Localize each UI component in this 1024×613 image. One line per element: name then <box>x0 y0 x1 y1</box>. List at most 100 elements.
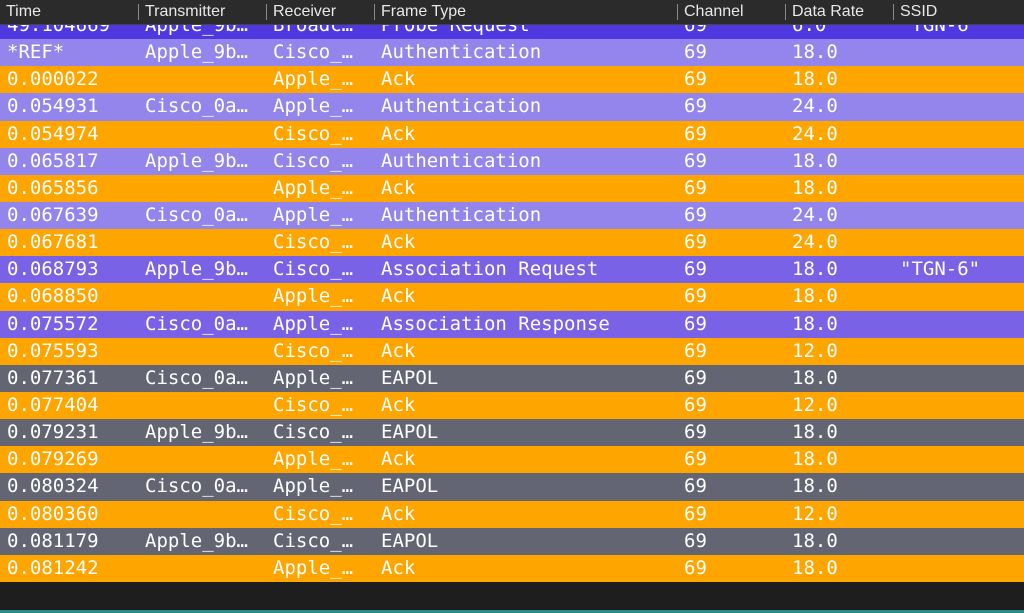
cell-frame-type: Authentication <box>381 149 542 172</box>
cell-data-rate: 18.0 <box>792 68 838 91</box>
cell-data-rate: 18.0 <box>792 366 838 389</box>
packet-row[interactable]: 0.079231 Apple_9b… Cisco_… EAPOL 69 18.0 <box>0 419 1024 447</box>
packet-row[interactable]: 0.081242 Apple_… Ack 69 18.0 <box>0 554 1024 582</box>
cell-channel: 69 <box>684 475 707 498</box>
cell-channel: 69 <box>684 149 707 172</box>
cell-receiver: Cisco_… <box>273 149 354 172</box>
cell-channel: 69 <box>684 176 707 199</box>
cell-time: 0.077361 <box>7 366 99 389</box>
cell-receiver: Cisco_… <box>273 231 354 254</box>
column-header-transmitter[interactable]: Transmitter <box>138 4 266 20</box>
cell-frame-type: EAPOL <box>381 475 439 498</box>
cell-data-rate: 18.0 <box>792 258 838 281</box>
cell-channel: 69 <box>684 258 707 281</box>
cell-receiver: Cisco_… <box>273 339 354 362</box>
cell-frame-type: Authentication <box>381 203 542 226</box>
packet-row[interactable]: 0.067639 Cisco_0a… Apple_… Authentication 69… <box>0 201 1024 230</box>
cell-receiver: Apple_… <box>273 68 354 91</box>
cell-frame-type: Ack <box>381 339 416 362</box>
cell-channel: 69 <box>684 285 707 308</box>
cell-data-rate: 18.0 <box>792 556 838 579</box>
column-header-frame-type[interactable]: Frame Type <box>374 4 676 20</box>
cell-data-rate: 18.0 <box>792 285 838 308</box>
packet-row[interactable]: 0.077361 Cisco_0a… Apple_… EAPOL 69 18.0 <box>0 364 1024 392</box>
cell-channel: 69 <box>684 203 707 226</box>
cell-receiver: Apple_… <box>273 285 354 308</box>
cell-time: 0.079231 <box>7 421 99 444</box>
cell-receiver: Apple_… <box>273 475 354 498</box>
cell-receiver: Cisco_… <box>273 258 354 281</box>
cell-receiver: Apple_… <box>273 556 354 579</box>
packet-list: Time Transmitter Receiver Frame Type Cha… <box>0 0 1024 613</box>
cell-time: *REF* <box>7 41 65 64</box>
cell-transmitter: Cisco_0a… <box>145 95 248 118</box>
packet-row[interactable]: 0.054974 Cisco_… Ack 69 24.0 <box>0 120 1024 148</box>
cell-receiver: Cisco_… <box>273 502 354 525</box>
cell-transmitter: Apple_9b… <box>145 529 248 552</box>
packet-row[interactable]: 0.077404 Cisco_… Ack 69 12.0 <box>0 391 1024 420</box>
cell-data-rate: 12.0 <box>792 339 838 362</box>
packet-row[interactable]: 0.065856 Apple_… Ack 69 18.0 <box>0 174 1024 202</box>
packet-row[interactable]: 0.080324 Cisco_0a… Apple_… EAPOL 69 18.0 <box>0 473 1024 501</box>
cell-channel: 69 <box>684 529 707 552</box>
cell-transmitter: Cisco_0a… <box>145 475 248 498</box>
cell-transmitter: Cisco_0a… <box>145 312 248 335</box>
column-header-channel[interactable]: Channel <box>677 4 785 20</box>
cell-data-rate: 18.0 <box>792 475 838 498</box>
cell-time: 0.075572 <box>7 312 99 335</box>
cell-frame-type: Ack <box>381 231 416 254</box>
packet-row[interactable]: 0.075593 Cisco_… Ack 69 12.0 <box>0 337 1024 365</box>
cell-frame-type: EAPOL <box>381 421 439 444</box>
cell-frame-type: Authentication <box>381 41 542 64</box>
cell-frame-type: Ack <box>381 448 416 471</box>
packet-row[interactable]: 0.075572 Cisco_0a… Apple_… Association Resp… <box>0 310 1024 338</box>
cell-data-rate: 18.0 <box>792 176 838 199</box>
cell-data-rate: 12.0 <box>792 393 838 416</box>
cell-time: 0.075593 <box>7 339 99 362</box>
packet-row[interactable]: *REF* Apple_9b… Cisco_… Authentication 69 18.… <box>0 39 1024 67</box>
cell-channel: 69 <box>684 393 707 416</box>
packet-row[interactable]: 0.068793 Apple_9b… Cisco_… Association Requ… <box>0 256 1024 284</box>
cell-data-rate: 12.0 <box>792 502 838 525</box>
packet-row[interactable]: 0.000022 Apple_… Ack 69 18.0 <box>0 66 1024 94</box>
packet-row[interactable]: 0.079269 Apple_… Ack 69 18.0 <box>0 446 1024 474</box>
packet-rows: 48.685083Apple_9b…10:91:…Disassociation1… <box>0 0 1024 582</box>
cell-channel: 69 <box>684 231 707 254</box>
cell-receiver: Apple_… <box>273 312 354 335</box>
cell-data-rate: 24.0 <box>792 231 838 254</box>
cell-data-rate: 24.0 <box>792 122 838 145</box>
cell-time: 0.068793 <box>7 258 99 281</box>
cell-data-rate: 18.0 <box>792 448 838 471</box>
cell-time: 0.068850 <box>7 285 99 308</box>
packet-row[interactable]: 0.081179 Apple_9b… Cisco_… EAPOL 69 18.0 <box>0 527 1024 555</box>
packet-row[interactable]: 0.067681 Cisco_… Ack 69 24.0 <box>0 229 1024 257</box>
cell-receiver: Cisco_… <box>273 122 354 145</box>
cell-time: 0.080360 <box>7 502 99 525</box>
packet-row[interactable]: 0.068850 Apple_… Ack 69 18.0 <box>0 283 1024 311</box>
cell-time: 0.067639 <box>7 203 99 226</box>
cell-receiver: Apple_… <box>273 366 354 389</box>
cell-frame-type: Ack <box>381 393 416 416</box>
cell-frame-type: Ack <box>381 502 416 525</box>
cell-data-rate: 18.0 <box>792 312 838 335</box>
cell-time: 0.000022 <box>7 68 99 91</box>
cell-channel: 69 <box>684 502 707 525</box>
packet-row[interactable]: 0.080360 Cisco_… Ack 69 12.0 <box>0 500 1024 528</box>
column-header-time[interactable]: Time <box>0 0 137 24</box>
cell-channel: 69 <box>684 41 707 64</box>
column-header-receiver[interactable]: Receiver <box>266 4 374 20</box>
packet-row[interactable]: 0.065817 Apple_9b… Cisco_… Authentication 69… <box>0 147 1024 175</box>
cell-channel: 69 <box>684 68 707 91</box>
cell-receiver: Apple_… <box>273 176 354 199</box>
cell-receiver: Cisco_… <box>273 393 354 416</box>
column-header-data-rate[interactable]: Data Rate <box>785 4 893 20</box>
cell-time: 0.067681 <box>7 231 99 254</box>
cell-receiver: Apple_… <box>273 448 354 471</box>
cell-transmitter: Apple_9b… <box>145 258 248 281</box>
cell-time: 0.081242 <box>7 556 99 579</box>
cell-frame-type: EAPOL <box>381 366 439 389</box>
cell-channel: 69 <box>684 366 707 389</box>
cell-frame-type: Association Request <box>381 258 599 281</box>
column-header-ssid[interactable]: SSID <box>893 4 1024 20</box>
packet-row[interactable]: 0.054931 Cisco_0a… Apple_… Authentication 69… <box>0 93 1024 121</box>
